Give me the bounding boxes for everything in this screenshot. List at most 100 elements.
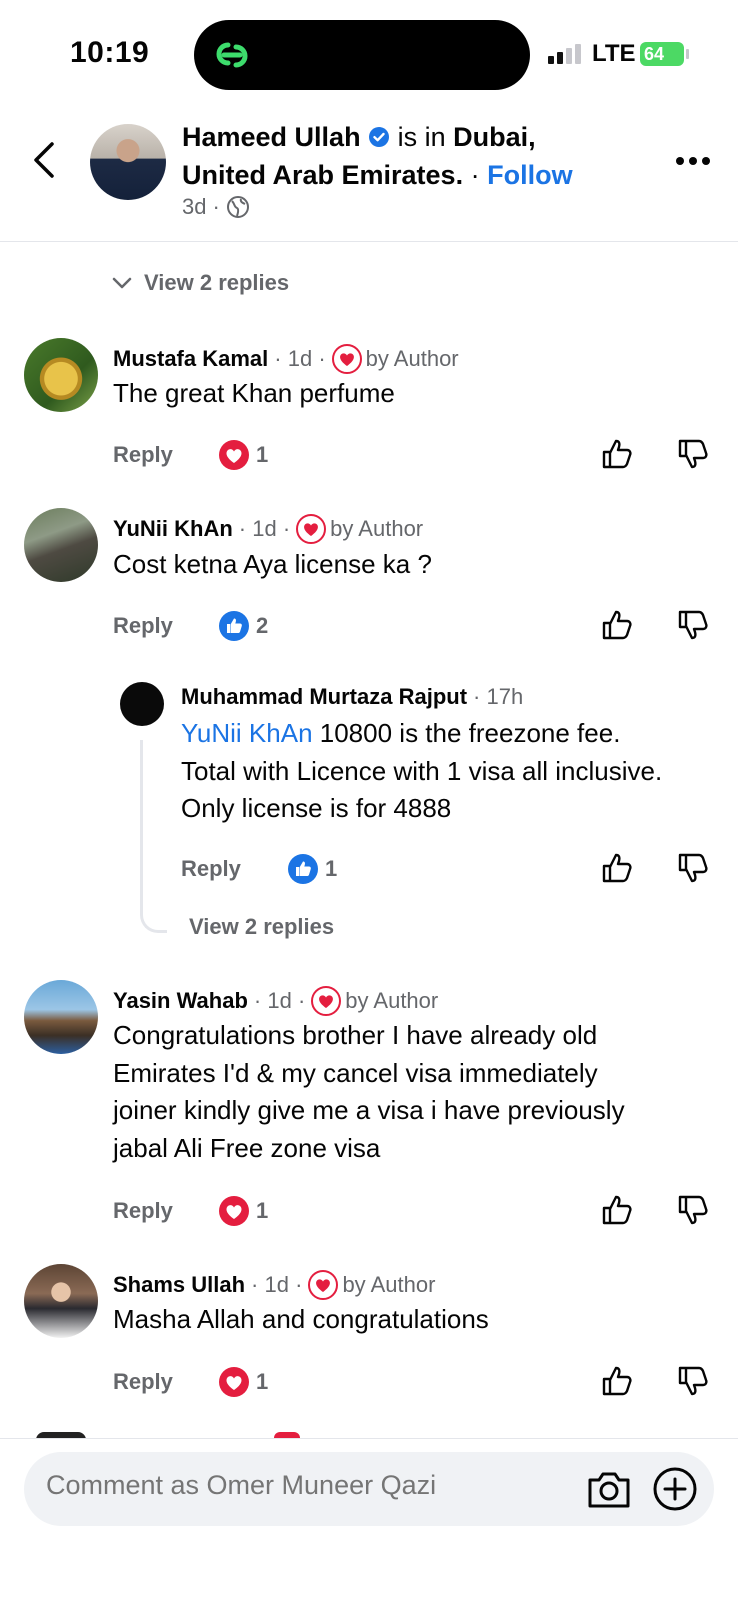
reply-text-line2: Total with Licence with 1 visa all inclu… bbox=[181, 755, 663, 786]
comment-text-line: Congratulations brother I have already o… bbox=[113, 1020, 598, 1050]
network-type: LTE bbox=[592, 40, 636, 67]
commenter-name[interactable]: Shams Ullah bbox=[113, 1272, 245, 1298]
cellular-signal-icon bbox=[548, 44, 581, 64]
comment-header: Yasin Wahab · 1d · by Author bbox=[113, 986, 438, 1016]
thumbs-down-icon[interactable] bbox=[676, 437, 710, 471]
reply-age: 17h bbox=[486, 684, 524, 709]
reply-text: YuNii KhAn 10800 is the freezone fee. To… bbox=[181, 715, 721, 828]
heart-reaction-icon[interactable] bbox=[219, 1196, 249, 1226]
author-avatar[interactable] bbox=[90, 124, 166, 200]
thumbs-up-icon[interactable] bbox=[600, 437, 634, 471]
meta-separator: · bbox=[297, 988, 306, 1013]
replier-name[interactable]: Muhammad Murtaza Rajput bbox=[181, 684, 467, 710]
battery-icon: 64 bbox=[640, 42, 684, 66]
thumbs-up-icon[interactable] bbox=[600, 851, 634, 885]
comment-header: Shams Ullah · 1d · by Author bbox=[113, 1270, 435, 1300]
commenter-avatar[interactable] bbox=[24, 338, 98, 412]
post-header: Hameed Ullah is in Dubai, United Arab Em… bbox=[182, 118, 652, 194]
is-in-text: is in bbox=[397, 122, 446, 152]
reply-header: Muhammad Murtaza Rajput · 17h bbox=[181, 684, 523, 710]
commenter-avatar[interactable] bbox=[24, 508, 98, 582]
comment-header: Mustafa Kamal · 1d · by Author bbox=[113, 344, 459, 374]
author-name[interactable]: Hameed Ullah bbox=[182, 122, 361, 152]
heart-reaction-icon[interactable] bbox=[219, 440, 249, 470]
comment-text-line: Emirates I'd & my cancel visa immediatel… bbox=[113, 1057, 598, 1088]
comment-text-line: joiner kindly give me a visa i have prev… bbox=[113, 1095, 625, 1125]
meta-separator: · bbox=[253, 988, 262, 1013]
comment-header: YuNii KhAn · 1d · by Author bbox=[113, 514, 423, 544]
commenter-name[interactable]: YuNii KhAn bbox=[113, 516, 233, 542]
link-icon bbox=[216, 42, 248, 68]
mention-link[interactable]: YuNii KhAn bbox=[181, 718, 313, 748]
comment-age: 1d bbox=[287, 346, 313, 371]
thumbs-down-icon[interactable] bbox=[676, 608, 710, 642]
view-replies-link[interactable]: View 2 replies bbox=[112, 270, 289, 296]
globe-icon bbox=[226, 196, 249, 218]
reply-button[interactable]: Reply bbox=[113, 613, 173, 639]
author-heart-icon bbox=[308, 1270, 339, 1300]
meta-separator: · bbox=[274, 346, 282, 371]
reply-button[interactable]: Reply bbox=[113, 1198, 173, 1224]
meta-separator: · bbox=[318, 346, 326, 371]
commenter-avatar[interactable] bbox=[24, 980, 98, 1054]
reaction-count[interactable]: 1 bbox=[325, 856, 337, 882]
comment-age: 1d bbox=[264, 1272, 289, 1297]
reaction-count[interactable]: 1 bbox=[256, 442, 268, 468]
thumbs-down-icon[interactable] bbox=[676, 851, 710, 885]
by-author-label: by Author bbox=[365, 346, 459, 371]
chevron-down-icon bbox=[112, 277, 132, 289]
by-author-label: by Author bbox=[330, 516, 424, 541]
post-meta: 3d · bbox=[182, 194, 250, 220]
comment-age: 1d bbox=[267, 988, 292, 1013]
comment-age: 1d bbox=[252, 516, 277, 541]
commenter-name[interactable]: Yasin Wahab bbox=[113, 988, 248, 1014]
reaction-count[interactable]: 1 bbox=[256, 1198, 268, 1224]
battery-tip bbox=[686, 49, 689, 59]
back-arrow-icon[interactable] bbox=[30, 140, 60, 180]
place-line1[interactable]: Dubai, bbox=[453, 122, 536, 152]
like-reaction-icon[interactable] bbox=[288, 854, 318, 884]
author-heart-icon bbox=[311, 986, 342, 1016]
more-options-icon[interactable] bbox=[676, 157, 712, 167]
thumbs-down-icon[interactable] bbox=[676, 1364, 710, 1398]
camera-icon[interactable] bbox=[586, 1468, 632, 1510]
thumbs-up-icon[interactable] bbox=[600, 1193, 634, 1227]
author-heart-icon bbox=[296, 514, 327, 544]
reply-text-line3: Only license is for 4888 bbox=[181, 793, 452, 823]
meta-separator: · bbox=[282, 516, 291, 541]
reply-button[interactable]: Reply bbox=[181, 856, 241, 882]
reply-avatar[interactable] bbox=[120, 682, 164, 726]
battery-level: 64 bbox=[644, 44, 665, 64]
dot-separator: · bbox=[470, 160, 480, 190]
place-line2[interactable]: United Arab Emirates. bbox=[182, 160, 463, 190]
verified-badge-icon bbox=[369, 127, 390, 147]
reply-text-line1: 10800 is the freezone fee. bbox=[319, 718, 621, 748]
author-heart-icon bbox=[331, 344, 362, 374]
thumbs-down-icon[interactable] bbox=[676, 1193, 710, 1227]
thumbs-up-icon[interactable] bbox=[600, 1364, 634, 1398]
reply-button[interactable]: Reply bbox=[113, 442, 173, 468]
reaction-count[interactable]: 1 bbox=[256, 1369, 268, 1395]
commenter-avatar[interactable] bbox=[24, 1264, 98, 1338]
add-icon[interactable] bbox=[652, 1466, 698, 1512]
follow-button[interactable]: Follow bbox=[487, 160, 572, 190]
meta-separator: · bbox=[251, 1272, 259, 1297]
post-age[interactable]: 3d bbox=[182, 194, 206, 220]
comment-text: Masha Allah and congratulations bbox=[113, 1304, 489, 1334]
reply-button[interactable]: Reply bbox=[113, 1369, 173, 1395]
view-replies-link[interactable]: View 2 replies bbox=[189, 914, 334, 940]
header-divider bbox=[0, 241, 738, 242]
thread-connector bbox=[140, 740, 167, 933]
thumbs-up-icon[interactable] bbox=[600, 608, 634, 642]
reaction-count[interactable]: 2 bbox=[256, 613, 268, 639]
like-reaction-icon[interactable] bbox=[219, 611, 249, 641]
dynamic-island bbox=[194, 20, 530, 90]
meta-separator: · bbox=[212, 194, 220, 219]
commenter-name[interactable]: Mustafa Kamal bbox=[113, 346, 268, 372]
meta-separator: · bbox=[473, 684, 481, 709]
comment-input[interactable] bbox=[46, 1470, 546, 1501]
heart-reaction-icon[interactable] bbox=[219, 1367, 249, 1397]
view-replies-label: View 2 replies bbox=[144, 270, 290, 295]
by-author-label: by Author bbox=[345, 988, 439, 1013]
comment-text: Cost ketna Aya license ka ? bbox=[113, 549, 432, 579]
